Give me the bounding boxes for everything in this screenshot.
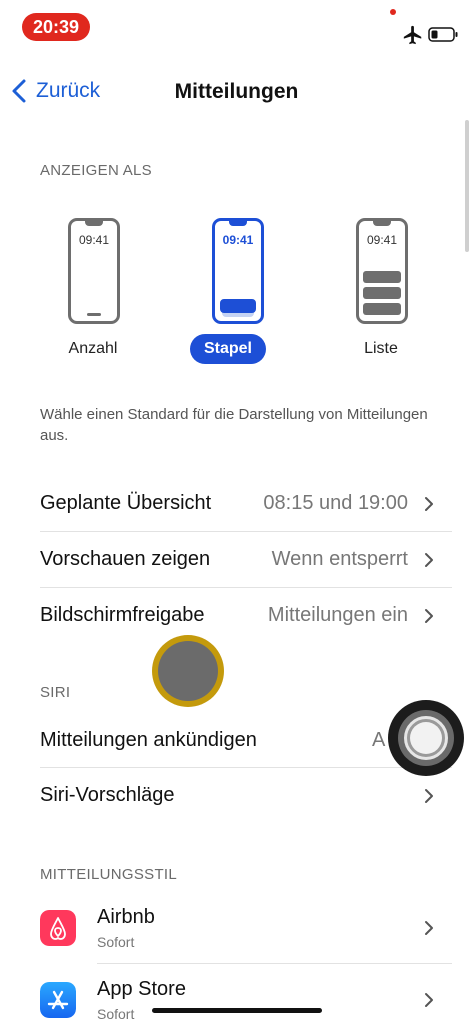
status-time: 20:39 <box>22 13 90 41</box>
chevron-right-icon <box>425 921 433 935</box>
phone-notch <box>373 221 391 226</box>
chevron-right-icon <box>425 993 433 1007</box>
display-description: Wähle einen Standard für die Darstellung… <box>40 406 428 444</box>
chevron-right-icon <box>425 553 433 567</box>
row-value: Mitteilungen ein <box>267 604 408 626</box>
row-label: Siri-Vorschläge <box>40 784 175 806</box>
assistive-core <box>410 722 442 754</box>
phone-preview-time: 09:41 <box>366 233 398 247</box>
row-label: Geplante Übersicht <box>40 492 212 514</box>
status-bar: 20:39 <box>0 0 473 56</box>
app-delivery: Sofort <box>97 934 135 950</box>
phone-notch <box>229 221 247 226</box>
scrollbar[interactable] <box>465 120 469 252</box>
row-show-previews[interactable]: Vorschauen zeigen Wenn entsperrt <box>40 532 452 588</box>
app-store-icon <box>40 982 76 1018</box>
phone-preview-time: 09:41 <box>222 233 254 247</box>
row-value: A <box>372 729 386 751</box>
app-name: Airbnb <box>97 906 155 928</box>
page-title: Mitteilungen <box>174 80 299 103</box>
app-delivery: Sofort <box>97 1006 135 1022</box>
row-label: Vorschauen zeigen <box>40 548 211 570</box>
airplane-icon <box>403 25 422 45</box>
display-option-list[interactable]: 09:41 Liste <box>326 218 436 368</box>
section-header-notification-style: MITTEILUNGSSTIL <box>40 866 178 883</box>
row-value: 08:15 und 19:00 <box>263 492 408 514</box>
chevron-right-icon <box>425 609 433 623</box>
row-screen-sharing[interactable]: Bildschirmfreigabe Mitteilungen ein <box>40 588 452 644</box>
stack-notification-card <box>220 299 256 313</box>
row-label: Bildschirmfreigabe <box>40 604 205 626</box>
list-notification-bar <box>363 271 401 283</box>
list-notification-bar <box>363 287 401 299</box>
app-row-app-store[interactable]: App Store Sofort <box>40 972 452 1024</box>
row-label: Mitteilungen ankündigen <box>40 729 257 751</box>
airbnb-icon <box>40 910 76 946</box>
row-scheduled-summary[interactable]: Geplante Übersicht 08:15 und 19:00 <box>40 476 452 532</box>
list-notification-bar <box>363 303 401 315</box>
phone-home-bar <box>87 313 101 316</box>
display-option-label: Liste <box>364 340 398 357</box>
section-header-display-as: ANZEIGEN ALS <box>40 162 152 179</box>
app-row-airbnb[interactable]: Airbnb Sofort <box>40 900 452 972</box>
divider <box>97 963 452 964</box>
app-name: App Store <box>97 978 186 1000</box>
touch-indicator <box>152 635 224 707</box>
phone-notch <box>85 221 103 226</box>
display-option-stack[interactable]: 09:41 Stapel <box>182 218 292 368</box>
assistive-touch-button[interactable] <box>388 700 464 776</box>
display-option-label: Anzahl <box>68 340 118 357</box>
chevron-right-icon <box>425 497 433 511</box>
section-header-siri: SIRI <box>40 684 71 701</box>
row-value: Wenn entsperrt <box>271 548 408 570</box>
row-siri-suggestions[interactable]: Siri-Vorschläge <box>40 768 452 824</box>
display-option-count[interactable]: 09:41 Anzahl <box>38 218 148 368</box>
chevron-right-icon <box>425 789 433 803</box>
phone-preview-time: 09:41 <box>78 233 110 247</box>
phone-preview-stack: 09:41 <box>212 218 264 324</box>
phone-preview-count: 09:41 <box>68 218 120 324</box>
home-indicator[interactable] <box>152 1008 322 1013</box>
navigation-bar: Zurück Mitteilungen <box>0 66 473 116</box>
battery-icon <box>428 27 458 42</box>
recording-dot-icon <box>390 9 396 15</box>
phone-preview-list: 09:41 <box>356 218 408 324</box>
display-option-label-selected: Stapel <box>190 334 266 364</box>
